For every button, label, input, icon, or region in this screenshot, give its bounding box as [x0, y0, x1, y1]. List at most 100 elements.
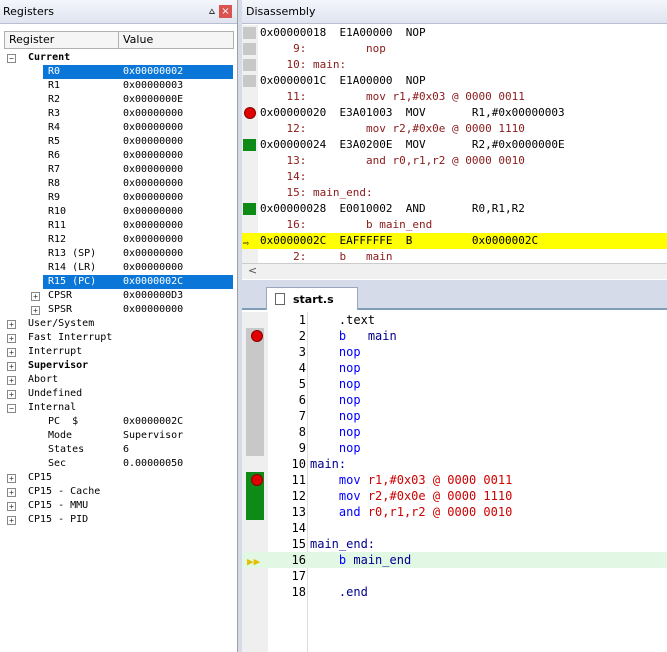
expand-icon[interactable]: + — [7, 502, 16, 511]
register-row[interactable]: + SPSR 0x00000000 — [4, 303, 234, 317]
register-row[interactable]: + Interrupt — [4, 345, 234, 359]
register-row[interactable]: R10 0x00000000 — [4, 205, 234, 219]
expand-icon[interactable]: + — [7, 376, 16, 385]
disassembly-row[interactable]: 0x00000024 E3A0200E MOV R2,#0x0000000E — [242, 137, 667, 153]
register-row[interactable]: R15 (PC) 0x0000002C — [4, 275, 234, 289]
code-line[interactable]: 18 .end — [242, 584, 667, 600]
register-row[interactable]: + Supervisor — [4, 359, 234, 373]
register-row[interactable]: R7 0x00000000 — [4, 163, 234, 177]
disassembly-row[interactable]: 0x00000020 E3A01003 MOV R1,#0x00000003 — [242, 105, 667, 121]
register-value[interactable]: 6 — [123, 443, 129, 457]
register-value[interactable]: 0x00000000 — [123, 233, 183, 247]
expand-icon[interactable]: + — [31, 292, 40, 301]
tab-start-s[interactable]: start.s — [266, 287, 358, 310]
disassembly-view[interactable]: 0x00000018 E1A00000 NOP 9: nop 10: main:… — [242, 25, 667, 263]
code-line[interactable]: 14 — [242, 520, 667, 536]
expand-icon[interactable]: + — [31, 306, 40, 315]
close-icon[interactable]: × — [219, 5, 232, 18]
register-value[interactable]: 0x00000003 — [123, 79, 183, 93]
register-row[interactable]: + Fast Interrupt — [4, 331, 234, 345]
expand-icon[interactable]: + — [7, 488, 16, 497]
code-line[interactable]: 5 nop — [242, 376, 667, 392]
breakpoint-icon[interactable] — [251, 330, 263, 342]
register-row[interactable]: R11 0x00000000 — [4, 219, 234, 233]
scroll-left-icon[interactable]: < — [248, 264, 257, 277]
breakpoint-icon[interactable] — [251, 474, 263, 486]
register-row[interactable]: + CP15 - Cache — [4, 485, 234, 499]
register-row[interactable]: R5 0x00000000 — [4, 135, 234, 149]
register-row[interactable]: R8 0x00000000 — [4, 177, 234, 191]
expand-icon[interactable]: + — [7, 516, 16, 525]
register-row[interactable]: Sec 0.00000050 — [4, 457, 234, 471]
register-value[interactable]: 0x00000000 — [123, 191, 183, 205]
code-line[interactable]: 10 main: — [242, 456, 667, 472]
code-line[interactable]: 15 main_end: — [242, 536, 667, 552]
expand-icon[interactable]: + — [7, 362, 16, 371]
pin-icon[interactable]: ⩟ — [209, 6, 215, 17]
register-value[interactable]: 0x0000000E — [123, 93, 183, 107]
register-value[interactable]: 0.00000050 — [123, 457, 183, 471]
code-line[interactable]: 9 nop — [242, 440, 667, 456]
disassembly-row[interactable]: 0x0000001C E1A00000 NOP — [242, 73, 667, 89]
code-line[interactable]: 17 — [242, 568, 667, 584]
collapse-icon[interactable]: − — [7, 54, 16, 63]
register-row[interactable]: Mode Supervisor — [4, 429, 234, 443]
register-value[interactable]: 0x0000002C — [123, 415, 183, 429]
disassembly-row[interactable]: 9: nop — [242, 41, 667, 57]
register-value[interactable]: 0x00000000 — [123, 107, 183, 121]
register-row[interactable]: R13 (SP) 0x00000000 — [4, 247, 234, 261]
register-row[interactable]: − Internal — [4, 401, 234, 415]
code-line[interactable]: 7 nop — [242, 408, 667, 424]
register-row[interactable]: R4 0x00000000 — [4, 121, 234, 135]
register-value[interactable]: 0x00000000 — [123, 219, 183, 233]
register-value[interactable]: 0x00000002 — [123, 65, 183, 79]
collapse-icon[interactable]: − — [7, 404, 16, 413]
code-line[interactable]: 11 mov r1,#0x03 @ 0000 0011 — [242, 472, 667, 488]
disassembly-row[interactable]: 0x00000028 E0010002 AND R0,R1,R2 — [242, 201, 667, 217]
disassembly-row[interactable]: 12: mov r2,#0x0e @ 0000 1110 — [242, 121, 667, 137]
disassembly-row[interactable]: 0x00000018 E1A00000 NOP — [242, 25, 667, 41]
register-row[interactable]: PC $ 0x0000002C — [4, 415, 234, 429]
register-row[interactable]: R3 0x00000000 — [4, 107, 234, 121]
register-row[interactable]: + CP15 — [4, 471, 234, 485]
register-value[interactable]: 0x00000000 — [123, 135, 183, 149]
register-row[interactable]: R14 (LR) 0x00000000 — [4, 261, 234, 275]
register-value[interactable]: 0x00000000 — [123, 121, 183, 135]
code-line[interactable]: 3 nop — [242, 344, 667, 360]
register-value[interactable]: 0x00000000 — [123, 177, 183, 191]
expand-icon[interactable]: + — [7, 320, 16, 329]
code-line[interactable]: 2 b main — [242, 328, 667, 344]
disassembly-row[interactable]: 13: and r0,r1,r2 @ 0000 0010 — [242, 153, 667, 169]
disassembly-horizontal-scrollbar[interactable]: < — [242, 263, 667, 279]
code-line[interactable]: 12 mov r2,#0x0e @ 0000 1110 — [242, 488, 667, 504]
register-row[interactable]: + User/System — [4, 317, 234, 331]
column-header-register[interactable]: Register — [5, 32, 119, 48]
code-line[interactable]: 4 nop — [242, 360, 667, 376]
register-row[interactable]: R12 0x00000000 — [4, 233, 234, 247]
current-code-line[interactable]: ▶▶ 16 b main_end — [242, 552, 667, 568]
register-row[interactable]: States 6 — [4, 443, 234, 457]
expand-icon[interactable]: + — [7, 334, 16, 343]
register-row[interactable]: R9 0x00000000 — [4, 191, 234, 205]
editor-code-area[interactable]: 1 .text 2 b main 3 nop 4 nop 5 nop 6 nop 7 nop… — [242, 312, 667, 652]
column-header-value[interactable]: Value — [119, 32, 153, 48]
disassembly-row[interactable]: 2: b main — [242, 249, 667, 263]
breakpoint-icon[interactable] — [244, 107, 256, 119]
disassembly-row[interactable]: 14: — [242, 169, 667, 185]
register-value[interactable]: 0x00000000 — [123, 303, 183, 317]
register-row[interactable]: + Undefined — [4, 387, 234, 401]
code-line[interactable]: 13 and r0,r1,r2 @ 0000 0010 — [242, 504, 667, 520]
register-row[interactable]: + Abort — [4, 373, 234, 387]
disassembly-row[interactable]: 15: main_end: — [242, 185, 667, 201]
code-line[interactable]: 1 .text — [242, 312, 667, 328]
register-row[interactable]: R2 0x0000000E — [4, 93, 234, 107]
register-row[interactable]: R6 0x00000000 — [4, 149, 234, 163]
disassembly-row[interactable]: 11: mov r1,#0x03 @ 0000 0011 — [242, 89, 667, 105]
register-value[interactable]: 0x00000000 — [123, 149, 183, 163]
register-row[interactable]: − Current — [4, 51, 234, 65]
expand-icon[interactable]: + — [7, 348, 16, 357]
register-row[interactable]: + CP15 - PID — [4, 513, 234, 527]
disassembly-row[interactable]: 16: b main_end — [242, 217, 667, 233]
register-row[interactable]: R1 0x00000003 — [4, 79, 234, 93]
code-line[interactable]: 8 nop — [242, 424, 667, 440]
